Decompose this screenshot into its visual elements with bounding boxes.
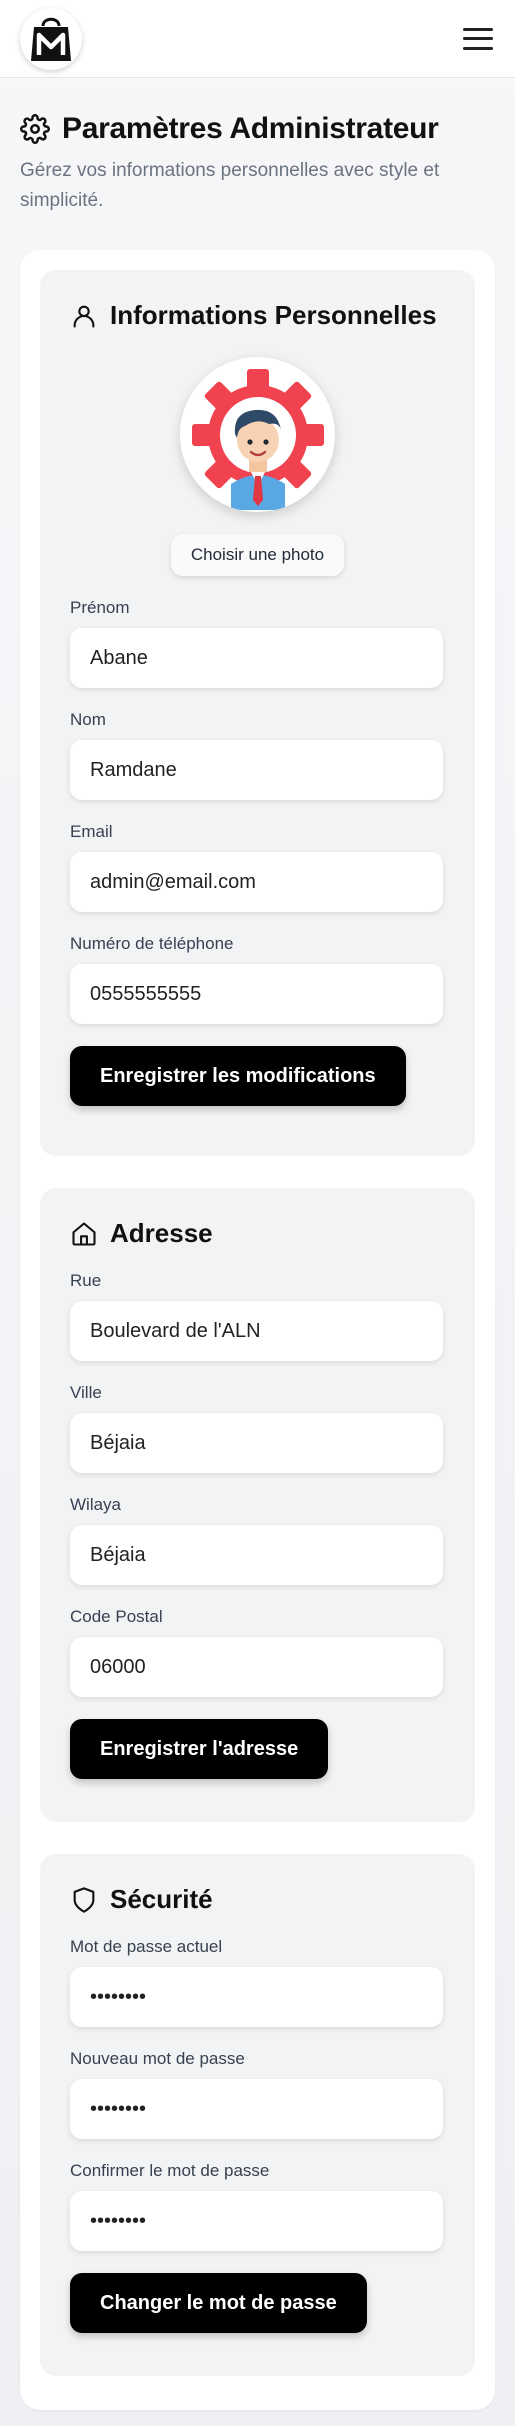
gear-icon (20, 114, 50, 144)
phone-input[interactable] (70, 964, 443, 1024)
new-password-label: Nouveau mot de passe (70, 2049, 245, 2068)
top-navbar (0, 0, 515, 78)
confirm-password-input[interactable] (70, 2191, 443, 2251)
email-label: Email (70, 822, 113, 841)
home-icon (72, 1221, 96, 1246)
admin-avatar[interactable] (180, 357, 335, 512)
postal-code-input[interactable] (70, 1637, 443, 1697)
current-password-label: Mot de passe actuel (70, 1937, 223, 1956)
page-subtitle: Gérez vos informations personnelles avec… (20, 160, 440, 211)
last-name-input[interactable] (70, 740, 443, 800)
wilaya-input[interactable] (70, 1525, 443, 1585)
save-address-button[interactable]: Enregistrer l'adresse (70, 1719, 329, 1779)
admin-avatar-gear-icon (191, 368, 324, 510)
last-name-label: Nom (70, 710, 106, 729)
wilaya-label: Wilaya (70, 1495, 122, 1514)
change-password-button[interactable]: Changer le mot de passe (70, 2273, 367, 2333)
personal-info-title: Informations Personnelles (110, 300, 437, 330)
street-label: Rue (70, 1271, 102, 1290)
address-section: Adresse Rue Ville Wilaya Code Postal Enr… (40, 1188, 475, 1822)
page-title: Paramètres Administrateur (62, 112, 439, 145)
shield-icon (73, 1886, 95, 1913)
security-title: Sécurité (110, 1884, 213, 1914)
first-name-label: Prénom (70, 598, 130, 617)
brand-logo[interactable] (20, 7, 82, 70)
hamburger-menu-icon[interactable] (463, 26, 493, 52)
settings-card: Informations Personnelles Choisir une ph… (20, 250, 495, 2410)
postal-code-label: Code Postal (70, 1607, 163, 1626)
city-label: Ville (70, 1383, 102, 1402)
street-input[interactable] (70, 1301, 443, 1361)
current-password-input[interactable] (70, 1967, 443, 2027)
save-personal-button[interactable]: Enregistrer les modifications (70, 1046, 406, 1106)
security-section: Sécurité Mot de passe actuel Nouveau mot… (40, 1854, 475, 2376)
address-title: Adresse (110, 1218, 213, 1248)
page-header: Paramètres Administrateur Gérez vos info… (0, 78, 515, 216)
user-icon (73, 305, 95, 328)
choose-photo-button[interactable]: Choisir une photo (170, 534, 345, 576)
city-input[interactable] (70, 1413, 443, 1473)
new-password-input[interactable] (70, 2079, 443, 2139)
email-input[interactable] (70, 852, 443, 912)
shopping-bag-logo-icon (31, 17, 71, 61)
personal-info-section: Informations Personnelles Choisir une ph… (40, 270, 475, 1156)
first-name-input[interactable] (70, 628, 443, 688)
confirm-password-label: Confirmer le mot de passe (70, 2161, 270, 2180)
phone-label: Numéro de téléphone (70, 934, 234, 953)
